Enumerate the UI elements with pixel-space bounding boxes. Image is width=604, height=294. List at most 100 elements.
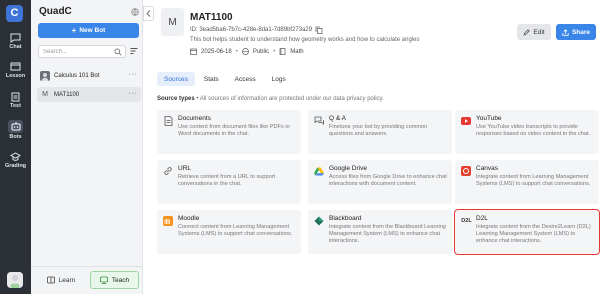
search-box [38,45,126,58]
tab-logs[interactable]: Logs [265,72,293,86]
bot-name: Calculus 101 Bot [54,72,100,79]
globe-icon [241,48,249,55]
plus-icon: + [71,25,77,35]
source-card-description: Integrate content from Learning Manageme… [476,174,591,187]
bot-thumbnail-icon [40,70,50,81]
rail-item-chat[interactable]: Chat [0,33,31,55]
rail-item-label: Test [10,103,21,109]
more-options-icon[interactable]: ··· [129,90,138,97]
nav-rail: C Chat Lesson Test Bots Grading [0,0,31,294]
source-card-blackboard[interactable]: Blackboard Integrate content from the Bl… [308,210,452,254]
rail-item-label: Grading [4,163,27,169]
rail-item-grading[interactable]: Grading [0,152,31,174]
source-types-label: Source types [157,96,195,102]
bot-meta: 2025-06-18 • Public • Math [190,48,304,55]
detail-tabs: Sources Stats Access Logs [157,72,293,86]
brand-name: QuadC [39,6,72,17]
new-bot-button[interactable]: + New Bot [38,23,139,38]
source-card-title: Moodle [178,215,200,222]
learn-mode-button[interactable]: Learn [36,271,86,289]
lesson-icon [10,62,21,71]
canvas-icon [461,166,471,176]
book-icon [279,48,286,55]
d2l-icon: D2L [461,218,472,224]
share-button[interactable]: Share [556,24,596,40]
teach-label: Teach [111,276,130,284]
source-card-description: Connect content from Learning Management… [178,224,293,237]
copy-icon[interactable] [315,26,323,34]
source-card-d2l[interactable]: D2L D2L Integrate content from the Desir… [454,209,600,255]
bot-name: MAT1100 [54,91,80,98]
rail-item-test[interactable]: Test [0,92,31,114]
calendar-icon [190,48,197,55]
bot-description: This bot helps student to understand how… [190,37,420,43]
source-types-note: • All sources of information are protect… [194,96,384,102]
google-drive-icon [314,166,324,176]
bot-initial: M [42,91,48,98]
source-card-title: Documents [178,115,211,122]
source-types-header: Source types • All sources of informatio… [157,96,384,102]
source-card-description: Retrieve content from a URL to support c… [178,174,276,187]
learn-icon [46,276,55,284]
page-title: MAT1100 [190,12,233,23]
more-options-icon[interactable]: ··· [129,71,138,78]
source-card-title: Blackboard [329,215,362,222]
chevron-left-icon [146,10,151,17]
pencil-icon [523,28,531,35]
source-card-description: Integrate content from the Blackboard Le… [329,224,446,244]
grading-icon [10,152,21,161]
new-bot-label: New Bot [79,27,106,34]
source-card-title: URL [178,165,192,172]
rail-item-bots[interactable]: Bots [0,120,31,142]
rail-item-label: Bots [9,134,22,140]
bot-subject: Math [290,48,304,55]
user-avatar[interactable] [7,272,23,288]
source-card-moodle[interactable]: Moodle Connect content from Learning Man… [157,210,301,254]
source-card-canvas[interactable]: Canvas Integrate content from Learning M… [455,160,599,204]
source-card-title: Q & A [329,115,346,122]
rail-item-lesson[interactable]: Lesson [0,62,31,84]
bots-icon [11,122,20,131]
source-card-documents[interactable]: Documents Use content from document file… [157,110,301,154]
tab-sources[interactable]: Sources [157,72,195,86]
bot-id: ID: 3ead5ba6-7b7c-428e-8da1-7d89bf273a29 [190,27,313,33]
tab-access[interactable]: Access [228,72,263,86]
learn-label: Learn [58,276,76,284]
moodle-icon [163,216,173,226]
bot-list-item[interactable]: Calculus 101 Bot ··· [37,68,141,83]
tab-stats[interactable]: Stats [197,72,226,86]
source-card-title: Google Drive [329,165,367,172]
source-card-title: Canvas [476,165,499,172]
filter-icon[interactable] [130,47,138,55]
teach-mode-button[interactable]: Teach [90,271,139,289]
link-icon [163,166,173,176]
bot-list-item[interactable]: M MAT1100 ··· [37,87,141,102]
bot-visibility: Public [252,48,270,55]
chat-icon [10,33,21,43]
share-label: Share [571,28,591,36]
search-icon [114,48,122,56]
collapse-sidebar-button[interactable] [143,6,154,21]
rail-item-label: Lesson [5,73,26,79]
source-card-description: Finetune your bot by providing common qu… [329,124,428,137]
youtube-icon [461,116,471,126]
source-card-qa[interactable]: Q & A Finetune your bot by providing com… [308,110,452,154]
mode-switcher: Learn Teach [31,266,143,294]
app-logo[interactable]: C [6,5,23,22]
rail-item-label: Chat [9,44,22,50]
edit-button[interactable]: Edit [517,24,551,40]
bot-sidebar: QuadC + New Bot Calculus 101 Bot ··· M M… [31,0,143,294]
globe-icon[interactable] [131,8,139,16]
source-card-youtube[interactable]: YouTube Use YouTube video transcripts to… [455,110,599,154]
document-icon [163,116,173,126]
test-icon [11,92,20,102]
source-card-title: YouTube [476,115,502,122]
bot-id-line: ID: 3ead5ba6-7b7c-428e-8da1-7d89bf273a29 [190,26,323,34]
bot-avatar: M [161,8,184,36]
teach-icon [99,276,108,284]
source-card-description: Use YouTube video transcripts to provide… [476,124,591,137]
blackboard-icon [314,216,324,226]
search-input[interactable] [39,46,111,57]
source-card-url[interactable]: URL Retrieve content from a URL to suppo… [157,160,301,204]
source-card-google-drive[interactable]: Google Drive Access files from Google Dr… [308,160,452,204]
